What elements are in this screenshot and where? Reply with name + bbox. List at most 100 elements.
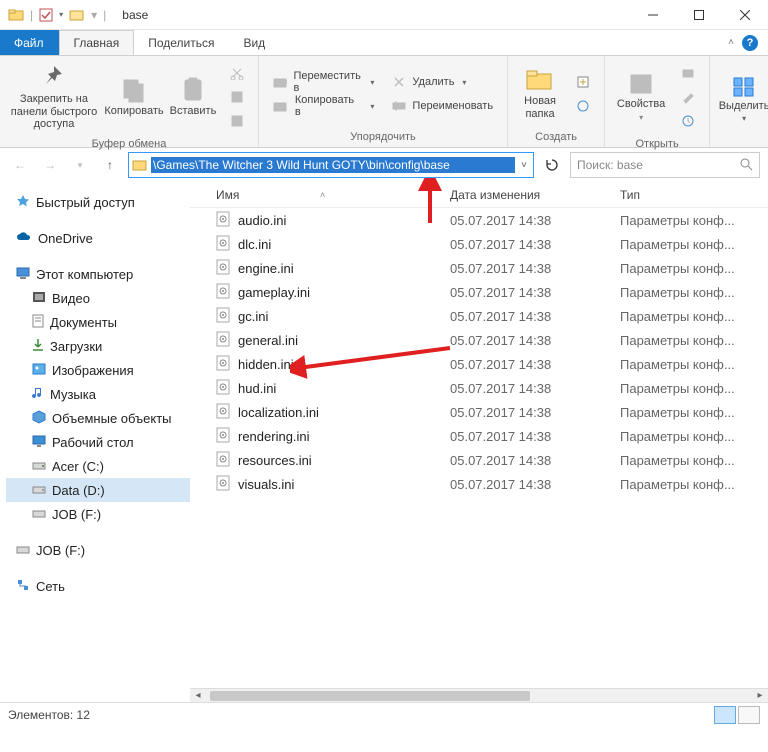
file-row[interactable]: hud.ini05.07.2017 14:38Параметры конф... bbox=[190, 376, 768, 400]
file-type: Параметры конф... bbox=[620, 213, 768, 228]
file-row[interactable]: hidden.ini05.07.2017 14:38Параметры конф… bbox=[190, 352, 768, 376]
sidebar-drive-c[interactable]: Acer (C:) bbox=[6, 454, 190, 478]
videos-label: Видео bbox=[52, 291, 90, 306]
ini-file-icon bbox=[216, 379, 230, 398]
sidebar-music[interactable]: Музыка bbox=[6, 382, 190, 406]
copy-button[interactable]: Копировать bbox=[104, 75, 164, 120]
file-type: Параметры конф... bbox=[620, 381, 768, 396]
file-name: general.ini bbox=[238, 333, 298, 348]
address-bar[interactable]: \Games\The Witcher 3 Wild Hunt GOTY\bin\… bbox=[128, 152, 534, 178]
paste-shortcut-button[interactable] bbox=[226, 110, 248, 132]
sidebar-drive-f2[interactable]: JOB (F:) bbox=[6, 538, 190, 562]
file-type: Параметры конф... bbox=[620, 357, 768, 372]
up-button[interactable]: ↑ bbox=[98, 153, 122, 177]
folder-icon bbox=[8, 7, 24, 23]
scroll-thumb[interactable] bbox=[210, 691, 530, 701]
open-button[interactable] bbox=[677, 62, 699, 84]
address-folder-icon bbox=[129, 158, 151, 172]
refresh-button[interactable] bbox=[540, 153, 564, 177]
tab-home[interactable]: Главная bbox=[59, 30, 135, 55]
file-row[interactable]: general.ini05.07.2017 14:38Параметры кон… bbox=[190, 328, 768, 352]
file-row[interactable]: rendering.ini05.07.2017 14:38Параметры к… bbox=[190, 424, 768, 448]
select-button[interactable]: Выделить ▾ bbox=[716, 74, 768, 126]
file-row[interactable]: engine.ini05.07.2017 14:38Параметры конф… bbox=[190, 256, 768, 280]
pin-label: Закрепить на панели быстрого доступа bbox=[8, 93, 100, 131]
ribbon-collapse-icon[interactable]: ˄ bbox=[728, 37, 734, 48]
delete-button[interactable]: Удалить bbox=[388, 71, 497, 93]
tab-view[interactable]: Вид bbox=[229, 30, 280, 55]
sidebar-desktop[interactable]: Рабочий стол bbox=[6, 430, 190, 454]
tab-share[interactable]: Поделиться bbox=[134, 30, 229, 55]
column-date[interactable]: Дата изменения bbox=[450, 188, 620, 202]
sidebar-network[interactable]: Сеть bbox=[6, 574, 190, 598]
cloud-icon bbox=[16, 231, 32, 246]
copy-path-button[interactable] bbox=[226, 86, 248, 108]
file-date: 05.07.2017 14:38 bbox=[450, 237, 620, 252]
history-button[interactable] bbox=[677, 110, 699, 132]
details-view-button[interactable] bbox=[714, 706, 736, 724]
thumbnails-view-button[interactable] bbox=[738, 706, 760, 724]
ini-file-icon bbox=[216, 283, 230, 302]
search-box[interactable]: Поиск: base bbox=[570, 152, 760, 178]
address-path[interactable]: \Games\The Witcher 3 Wild Hunt GOTY\bin\… bbox=[151, 157, 515, 173]
file-row[interactable]: resources.ini05.07.2017 14:38Параметры к… bbox=[190, 448, 768, 472]
qat-new-folder-icon[interactable] bbox=[69, 8, 85, 22]
drive-f2-label: JOB (F:) bbox=[36, 543, 85, 558]
properties-button[interactable]: Свойства ▾ bbox=[611, 70, 671, 124]
maximize-button[interactable] bbox=[676, 0, 722, 30]
properties-label: Свойства bbox=[617, 98, 665, 111]
main-area: Быстрый доступ OneDrive Этот компьютер В… bbox=[0, 182, 768, 702]
new-folder-button[interactable]: Новая папка bbox=[514, 65, 566, 122]
minimize-button[interactable] bbox=[630, 0, 676, 30]
paste-button[interactable]: Вставить bbox=[166, 75, 220, 120]
tab-file[interactable]: Файл bbox=[0, 30, 59, 55]
sidebar-drive-f1[interactable]: JOB (F:) bbox=[6, 502, 190, 526]
sidebar-3d-objects[interactable]: Объемные объекты bbox=[6, 406, 190, 430]
qat-dropdown-icon[interactable]: ▾ bbox=[59, 10, 63, 19]
ini-file-icon bbox=[216, 331, 230, 350]
music-label: Музыка bbox=[50, 387, 96, 402]
recent-dropdown[interactable]: ▾ bbox=[68, 153, 92, 177]
sidebar-quick-access[interactable]: Быстрый доступ bbox=[6, 190, 190, 214]
file-row[interactable]: localization.ini05.07.2017 14:38Параметр… bbox=[190, 400, 768, 424]
copy-to-button[interactable]: Копировать в bbox=[269, 95, 378, 117]
file-row[interactable]: gc.ini05.07.2017 14:38Параметры конф... bbox=[190, 304, 768, 328]
file-date: 05.07.2017 14:38 bbox=[450, 405, 620, 420]
file-row[interactable]: audio.ini05.07.2017 14:38Параметры конф.… bbox=[190, 208, 768, 232]
pictures-label: Изображения bbox=[52, 363, 134, 378]
sidebar-pictures[interactable]: Изображения bbox=[6, 358, 190, 382]
column-type[interactable]: Тип bbox=[620, 188, 768, 202]
file-row[interactable]: visuals.ini05.07.2017 14:38Параметры кон… bbox=[190, 472, 768, 496]
file-date: 05.07.2017 14:38 bbox=[450, 477, 620, 492]
scroll-left-icon[interactable]: ◂ bbox=[190, 690, 206, 701]
easy-access-button[interactable] bbox=[572, 95, 594, 117]
new-item-button[interactable] bbox=[572, 71, 594, 93]
help-icon[interactable]: ? bbox=[742, 35, 758, 51]
column-name-label: Имя bbox=[216, 188, 239, 202]
sidebar-documents[interactable]: Документы bbox=[6, 310, 190, 334]
scroll-right-icon[interactable]: ▸ bbox=[752, 690, 768, 701]
file-name: audio.ini bbox=[238, 213, 286, 228]
rename-button[interactable]: Переименовать bbox=[388, 95, 497, 117]
close-button[interactable] bbox=[722, 0, 768, 30]
sidebar-onedrive[interactable]: OneDrive bbox=[6, 226, 190, 250]
edit-button[interactable] bbox=[677, 86, 699, 108]
file-row[interactable]: gameplay.ini05.07.2017 14:38Параметры ко… bbox=[190, 280, 768, 304]
column-name[interactable]: Имя ˄ bbox=[190, 188, 450, 202]
pin-quick-access-button[interactable]: Закрепить на панели быстрого доступа bbox=[6, 61, 102, 133]
column-headers: Имя ˄ Дата изменения Тип bbox=[190, 182, 768, 208]
file-row[interactable]: dlc.ini05.07.2017 14:38Параметры конф... bbox=[190, 232, 768, 256]
horizontal-scrollbar[interactable]: ◂ ▸ bbox=[190, 688, 768, 702]
qat-properties-icon[interactable] bbox=[39, 8, 53, 22]
back-button[interactable]: ← bbox=[8, 153, 32, 177]
address-dropdown-icon[interactable]: ˅ bbox=[515, 160, 533, 171]
forward-button[interactable]: → bbox=[38, 153, 62, 177]
move-to-button[interactable]: Переместить в bbox=[269, 71, 378, 93]
sidebar-downloads[interactable]: Загрузки bbox=[6, 334, 190, 358]
sidebar-this-pc[interactable]: Этот компьютер bbox=[6, 262, 190, 286]
new-folder-label: Новая папка bbox=[516, 95, 564, 120]
sidebar-drive-d[interactable]: Data (D:) bbox=[6, 478, 190, 502]
sidebar-videos[interactable]: Видео bbox=[6, 286, 190, 310]
file-rows-container: audio.ini05.07.2017 14:38Параметры конф.… bbox=[190, 208, 768, 496]
cut-button[interactable] bbox=[226, 62, 248, 84]
